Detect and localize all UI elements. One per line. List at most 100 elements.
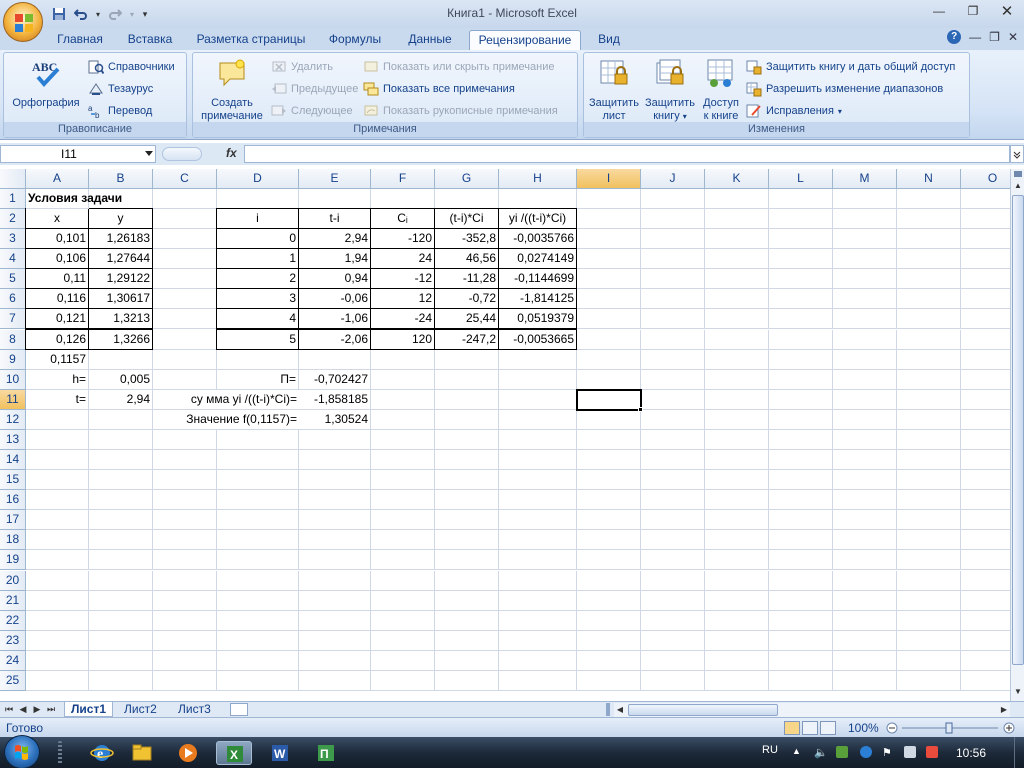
cell-i17[interactable] bbox=[577, 510, 641, 530]
cell-o21[interactable] bbox=[961, 591, 1010, 611]
cell-l14[interactable] bbox=[769, 450, 833, 470]
cell-e13[interactable] bbox=[299, 430, 371, 450]
cell-h15[interactable] bbox=[499, 470, 577, 490]
column-header-l[interactable]: L bbox=[769, 169, 833, 189]
tab-split-icon[interactable] bbox=[606, 703, 610, 716]
cell-n14[interactable] bbox=[897, 450, 961, 470]
cell-d23[interactable] bbox=[217, 631, 299, 651]
tab-review[interactable]: Рецензирование bbox=[469, 30, 581, 50]
cell-j5[interactable] bbox=[641, 269, 705, 289]
cell-j11[interactable] bbox=[641, 390, 705, 410]
cell-h23[interactable] bbox=[499, 631, 577, 651]
cell-n10[interactable] bbox=[897, 370, 961, 390]
cell-i3[interactable] bbox=[577, 229, 641, 249]
cell-n5[interactable] bbox=[897, 269, 961, 289]
cell-o12[interactable] bbox=[961, 410, 1010, 430]
cell-d6[interactable]: 3 bbox=[217, 289, 299, 309]
column-header-a[interactable]: A bbox=[26, 169, 89, 189]
cell-m11[interactable] bbox=[833, 390, 897, 410]
cell-h20[interactable] bbox=[499, 571, 577, 591]
cell-a9[interactable]: 0,1157 bbox=[26, 350, 89, 370]
cell-m21[interactable] bbox=[833, 591, 897, 611]
cell-b3[interactable]: 1,26183 bbox=[89, 229, 153, 249]
cell-b21[interactable] bbox=[89, 591, 153, 611]
cell-n3[interactable] bbox=[897, 229, 961, 249]
next-sheet-icon[interactable]: ▶ bbox=[32, 704, 42, 716]
column-header-h[interactable]: H bbox=[499, 169, 577, 189]
tab-data[interactable]: Данные bbox=[400, 30, 460, 50]
cell-c18[interactable] bbox=[153, 530, 217, 550]
cell-m10[interactable] bbox=[833, 370, 897, 390]
cell-l8[interactable] bbox=[769, 330, 833, 350]
cell-n9[interactable] bbox=[897, 350, 961, 370]
cell-d8[interactable]: 5 bbox=[217, 330, 299, 350]
cell-f25[interactable] bbox=[371, 671, 435, 691]
cell-h3[interactable]: -0,0035766 bbox=[499, 229, 577, 249]
cell-d1[interactable] bbox=[217, 189, 299, 209]
cell-n25[interactable] bbox=[897, 671, 961, 691]
cell-a20[interactable] bbox=[26, 571, 89, 591]
cell-i10[interactable] bbox=[577, 370, 641, 390]
cell-l18[interactable] bbox=[769, 530, 833, 550]
cell-c23[interactable] bbox=[153, 631, 217, 651]
cell-m19[interactable] bbox=[833, 550, 897, 570]
cell-g16[interactable] bbox=[435, 490, 499, 510]
cell-g9[interactable] bbox=[435, 350, 499, 370]
cell-l20[interactable] bbox=[769, 571, 833, 591]
row-header-17[interactable]: 17 bbox=[0, 510, 26, 530]
cell-l5[interactable] bbox=[769, 269, 833, 289]
cell-h2[interactable]: yi /((t-i)*Ci) bbox=[499, 209, 577, 229]
cell-o3[interactable] bbox=[961, 229, 1010, 249]
cell-d25[interactable] bbox=[217, 671, 299, 691]
cell-l13[interactable] bbox=[769, 430, 833, 450]
cell-f20[interactable] bbox=[371, 571, 435, 591]
cell-m7[interactable] bbox=[833, 309, 897, 329]
cell-h13[interactable] bbox=[499, 430, 577, 450]
cell-f10[interactable] bbox=[371, 370, 435, 390]
cell-e10[interactable]: -0,702427 bbox=[299, 370, 371, 390]
cell-j1[interactable] bbox=[641, 189, 705, 209]
column-header-d[interactable]: D bbox=[217, 169, 299, 189]
cell-c8[interactable] bbox=[153, 330, 217, 350]
cell-d15[interactable] bbox=[217, 470, 299, 490]
cell-f1[interactable] bbox=[371, 189, 435, 209]
cell-n11[interactable] bbox=[897, 390, 961, 410]
cell-b14[interactable] bbox=[89, 450, 153, 470]
help-icon[interactable]: ? bbox=[947, 30, 962, 44]
horizontal-scrollbar[interactable]: ◀ ▶ bbox=[614, 703, 1010, 717]
cell-l6[interactable] bbox=[769, 289, 833, 309]
cell-o8[interactable] bbox=[961, 330, 1010, 350]
cell-d18[interactable] bbox=[217, 530, 299, 550]
split-box-icon[interactable] bbox=[1014, 171, 1022, 177]
cell-c13[interactable] bbox=[153, 430, 217, 450]
cell-b11[interactable]: 2,94 bbox=[89, 390, 153, 410]
cell-c9[interactable] bbox=[153, 350, 217, 370]
cell-k15[interactable] bbox=[705, 470, 769, 490]
cell-e12[interactable]: 1,30524 bbox=[299, 410, 371, 430]
cell-l17[interactable] bbox=[769, 510, 833, 530]
workbook-close-icon[interactable]: ✕ bbox=[1008, 30, 1018, 44]
cell-l4[interactable] bbox=[769, 249, 833, 269]
row-header-24[interactable]: 24 bbox=[0, 651, 26, 671]
cell-j17[interactable] bbox=[641, 510, 705, 530]
excel-taskbar-icon[interactable]: X bbox=[216, 741, 252, 765]
cell-k11[interactable] bbox=[705, 390, 769, 410]
cell-m9[interactable] bbox=[833, 350, 897, 370]
maximize-icon[interactable]: ❐ bbox=[956, 0, 990, 22]
cell-a11[interactable]: t= bbox=[26, 390, 89, 410]
cell-k1[interactable] bbox=[705, 189, 769, 209]
insert-function-icon[interactable]: fx bbox=[226, 146, 237, 160]
cell-h25[interactable] bbox=[499, 671, 577, 691]
cell-m24[interactable] bbox=[833, 651, 897, 671]
cell-i24[interactable] bbox=[577, 651, 641, 671]
cell-j8[interactable] bbox=[641, 330, 705, 350]
cell-e20[interactable] bbox=[299, 571, 371, 591]
cell-b19[interactable] bbox=[89, 550, 153, 570]
cell-h17[interactable] bbox=[499, 510, 577, 530]
show-hidden-icons-icon[interactable]: ▲ bbox=[792, 746, 804, 758]
cell-l19[interactable] bbox=[769, 550, 833, 570]
cell-o4[interactable] bbox=[961, 249, 1010, 269]
cell-h11[interactable] bbox=[499, 390, 577, 410]
keyboard-icon[interactable] bbox=[904, 746, 916, 758]
horizontal-scroll-thumb[interactable] bbox=[628, 704, 778, 716]
